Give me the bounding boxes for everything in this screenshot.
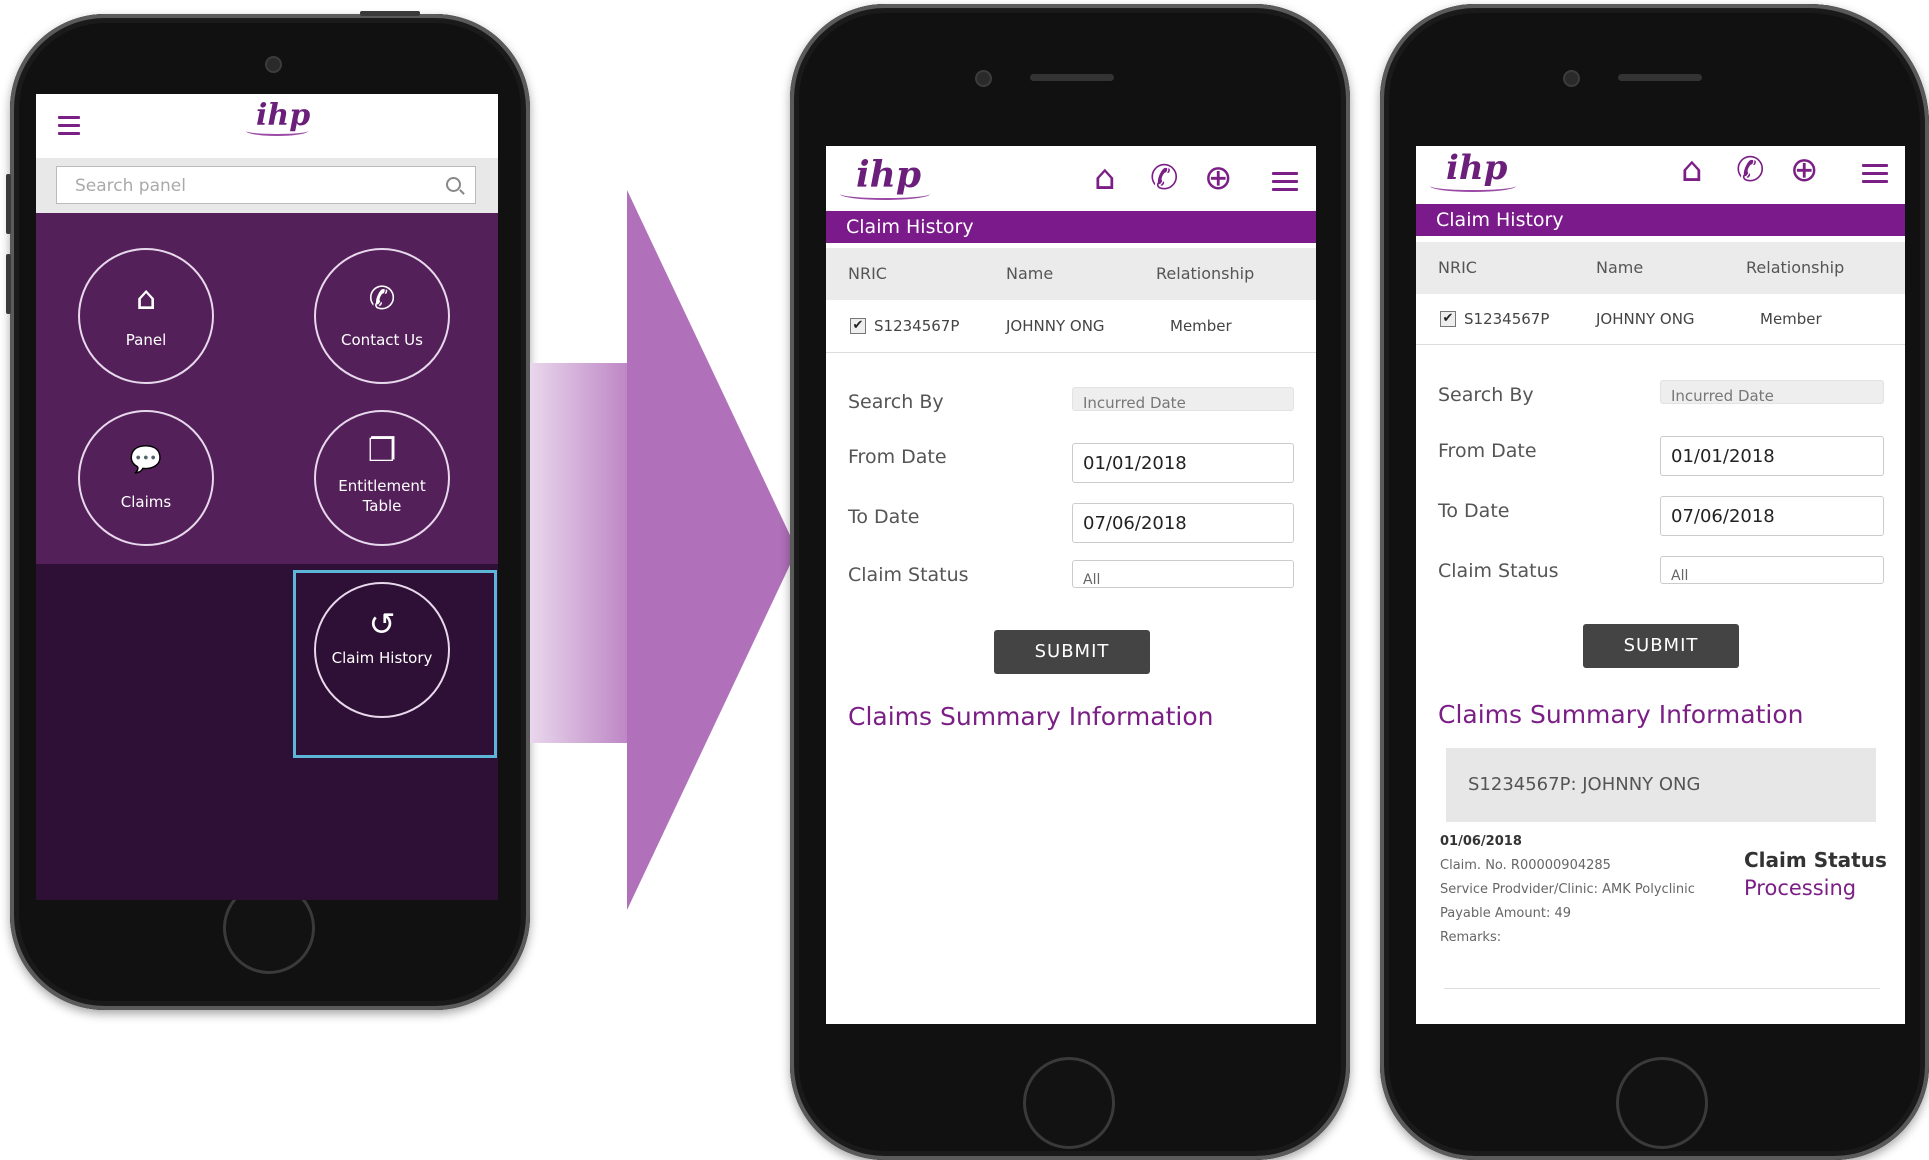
documents-icon: ❐: [367, 431, 397, 469]
menu-screen: ihp Search panel ⌂ Panel ✆ Contact Us 💬 …: [36, 94, 498, 900]
table-row: ✔ S1234567P JOHNNY ONG Member: [826, 300, 1316, 353]
phone-icon[interactable]: ✆: [1150, 158, 1179, 198]
menu-label: Entitlement Table: [338, 477, 426, 515]
phone-frame-claim-result: ihp ⌂ ✆ ⊕ Claim History NRIC Name Relati…: [1380, 4, 1929, 1160]
menu-label: Panel: [125, 331, 167, 349]
phone-icon: ✆: [368, 279, 396, 317]
search-by-select[interactable]: Incurred Date: [1072, 387, 1294, 411]
menu-item-panel[interactable]: ⌂ Panel: [78, 248, 214, 384]
submit-button[interactable]: SUBMIT: [994, 630, 1150, 674]
row-checkbox[interactable]: ✔: [850, 318, 866, 334]
phone-frame-menu: ihp Search panel ⌂ Panel ✆ Contact Us 💬 …: [6, 11, 530, 1010]
transition-arrow-body: [530, 363, 640, 743]
menu-item-entitlement-table[interactable]: ❐ Entitlement Table: [314, 410, 450, 546]
table-row: ✔ S1234567P JOHNNY ONG Member: [1416, 294, 1905, 345]
speaker: [1030, 74, 1114, 81]
table-header: NRIC Name Relationship: [1416, 242, 1905, 294]
phone-frame-claim-history: ihp ⌂ ✆ ⊕ Claim History NRIC Name Relati…: [790, 4, 1350, 1160]
from-date-label: From Date: [848, 446, 947, 468]
claim-status-value: Processing: [1744, 876, 1857, 900]
claim-history-highlight: [293, 570, 497, 758]
chat-bubble-icon: 💬: [129, 445, 163, 475]
globe-icon[interactable]: ⊕: [1790, 150, 1819, 190]
front-camera: [265, 56, 282, 73]
column-header-name: Name: [1596, 258, 1644, 277]
claim-detail[interactable]: 01/06/2018 Claim. No. R00000904285 Servi…: [1440, 830, 1730, 950]
to-date-input[interactable]: 07/06/2018: [1660, 496, 1884, 536]
menu-item-claims[interactable]: 💬 Claims: [78, 410, 214, 546]
speaker: [1618, 74, 1702, 81]
divider: [1444, 988, 1880, 989]
submit-button[interactable]: SUBMIT: [1583, 624, 1739, 668]
front-camera: [1563, 70, 1580, 87]
menu-item-contact-us[interactable]: ✆ Contact Us: [314, 248, 450, 384]
home-plus-icon: ⌂: [135, 279, 157, 317]
claim-number: Claim. No. R00000904285: [1440, 858, 1611, 873]
home-icon[interactable]: ⌂: [1094, 158, 1116, 198]
row-checkbox[interactable]: ✔: [1440, 311, 1456, 327]
front-camera: [975, 70, 992, 87]
from-date-input[interactable]: 01/01/2018: [1072, 443, 1294, 483]
table-header: NRIC Name Relationship: [826, 248, 1316, 300]
ihp-logo: ihp: [1430, 148, 1516, 192]
ihp-logo: ihp: [840, 154, 930, 200]
claim-status-heading: Claim Status: [1744, 848, 1887, 872]
claim-date: 01/06/2018: [1440, 834, 1522, 849]
cell-relationship: Member: [1170, 317, 1232, 335]
ihp-logo: ihp: [246, 98, 310, 136]
home-button[interactable]: [1616, 1057, 1708, 1149]
cell-nric: S1234567P: [1464, 310, 1550, 328]
claim-result-screen: ihp ⌂ ✆ ⊕ Claim History NRIC Name Relati…: [1416, 146, 1905, 1024]
app-header: ihp: [36, 94, 498, 158]
search-input[interactable]: Search panel: [56, 166, 476, 204]
to-date-label: To Date: [848, 506, 920, 528]
cell-name: JOHNNY ONG: [1006, 317, 1105, 335]
app-header: ihp ⌂ ✆ ⊕: [1416, 146, 1905, 200]
column-header-name: Name: [1006, 264, 1054, 283]
transition-arrow-head: [627, 190, 797, 910]
hamburger-menu-icon[interactable]: [58, 116, 80, 140]
from-date-input[interactable]: 01/01/2018: [1660, 436, 1884, 476]
menu-label: Claims: [120, 493, 172, 511]
cell-name: JOHNNY ONG: [1596, 310, 1695, 328]
home-icon[interactable]: ⌂: [1681, 150, 1703, 190]
claim-history-screen: ihp ⌂ ✆ ⊕ Claim History NRIC Name Relati…: [826, 146, 1316, 1024]
hamburger-menu-icon[interactable]: [1862, 164, 1888, 188]
claim-status-label: Claim Status: [848, 564, 969, 586]
page-title: Claim History: [1416, 204, 1905, 236]
cell-relationship: Member: [1760, 310, 1822, 328]
claim-status-select[interactable]: All: [1072, 560, 1294, 588]
column-header-nric: NRIC: [848, 264, 887, 283]
column-header-nric: NRIC: [1438, 258, 1477, 277]
claim-member-header: S1234567P: JOHNNY ONG: [1446, 748, 1876, 822]
claim-amount: Payable Amount: 49: [1440, 906, 1572, 921]
menu-label: Contact Us: [341, 331, 423, 349]
home-button[interactable]: [1023, 1057, 1115, 1149]
search-by-label: Search By: [848, 391, 944, 413]
search-by-label: Search By: [1438, 384, 1534, 406]
app-header: ihp ⌂ ✆ ⊕: [826, 146, 1316, 211]
claim-remarks: Remarks:: [1440, 930, 1502, 945]
column-header-relationship: Relationship: [1746, 258, 1845, 277]
claims-summary-title: Claims Summary Information: [1438, 700, 1804, 729]
phone-icon[interactable]: ✆: [1736, 150, 1765, 190]
hamburger-menu-icon[interactable]: [1272, 172, 1298, 196]
cell-nric: S1234567P: [874, 317, 960, 335]
search-by-select[interactable]: Incurred Date: [1660, 380, 1884, 404]
globe-icon[interactable]: ⊕: [1204, 158, 1233, 198]
claim-status-label: Claim Status: [1438, 560, 1559, 582]
claims-summary-title: Claims Summary Information: [848, 702, 1214, 731]
page-title: Claim History: [826, 211, 1316, 243]
search-bar: Search panel: [36, 158, 498, 213]
to-date-label: To Date: [1438, 500, 1510, 522]
claim-provider: Service Prodvider/Clinic: AMK Polyclinic: [1440, 882, 1695, 897]
search-icon[interactable]: [446, 177, 461, 192]
column-header-relationship: Relationship: [1156, 264, 1255, 283]
to-date-input[interactable]: 07/06/2018: [1072, 503, 1294, 543]
from-date-label: From Date: [1438, 440, 1537, 462]
claim-status-select[interactable]: All: [1660, 556, 1884, 584]
